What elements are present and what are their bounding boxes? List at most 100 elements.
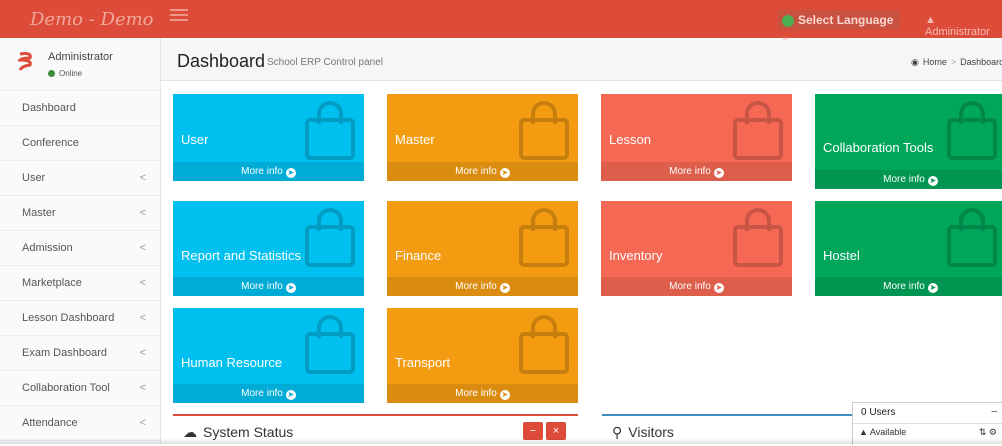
shopping-bag-icon — [519, 101, 569, 160]
more-info-link[interactable]: More info ➤ — [173, 277, 364, 296]
arrow-circle-right-icon: ➤ — [713, 283, 724, 293]
more-info-label: More info — [455, 388, 497, 399]
sidebar-item-marketplace[interactable]: Marketplace < — [0, 266, 160, 301]
page-subtitle: School ERP Control panel — [267, 57, 383, 68]
more-info-label: More info — [455, 166, 497, 177]
tile-finance[interactable]: Finance More info ➤ — [387, 201, 578, 296]
more-info-link[interactable]: More info ➤ — [815, 170, 1002, 189]
sidebar-item-conference[interactable]: Conference — [0, 126, 160, 161]
sidebar-item-label: Exam Dashboard — [22, 347, 107, 359]
tile-label: Hostel — [823, 248, 860, 263]
chevron-left-icon: < — [139, 207, 146, 219]
more-info-link[interactable]: More info ➤ — [173, 162, 364, 181]
tile-transport[interactable]: Transport More info ➤ — [387, 308, 578, 403]
sidebar-item-label: Dashboard — [22, 102, 76, 114]
tile-collaboration-tools[interactable]: Collaboration Tools More info ➤ — [815, 94, 1002, 189]
top-navbar: Demo - Demo Select Language ▾ ▲ Administ… — [0, 0, 1002, 47]
user-panel: Administrator Online — [0, 38, 160, 91]
more-info-link[interactable]: More info ➤ — [387, 384, 578, 403]
arrow-circle-right-icon: ➤ — [499, 283, 510, 293]
sidebar-item-label: Admission — [22, 242, 73, 254]
sidebar-item-lesson-dashboard[interactable]: Lesson Dashboard < — [0, 301, 160, 336]
sidebar-user-name: Administrator — [48, 51, 113, 63]
page-title: Dashboard — [177, 51, 266, 71]
more-info-link[interactable]: More info ➤ — [601, 162, 792, 181]
more-info-label: More info — [241, 166, 283, 177]
tile-label: Finance — [395, 248, 442, 263]
tile-lesson[interactable]: Lesson More info ➤ — [601, 94, 792, 181]
language-select[interactable]: Select Language ▾ — [778, 10, 900, 47]
sidebar-item-admission[interactable]: Admission < — [0, 231, 160, 266]
chevron-left-icon: < — [139, 312, 146, 324]
user-menu-label: Administrator — [925, 26, 990, 38]
more-info-label: More info — [669, 166, 711, 177]
chevron-left-icon: < — [139, 417, 146, 429]
shopping-bag-icon — [733, 101, 783, 160]
chat-status-label: Available — [869, 427, 907, 437]
sidebar-item-master[interactable]: Master < — [0, 196, 160, 231]
sidebar-item-user[interactable]: User < — [0, 161, 160, 196]
chat-controls-icon[interactable]: ⇅ ⚙ — [979, 427, 997, 438]
arrow-circle-right-icon: ➤ — [927, 176, 938, 186]
online-dot-icon — [48, 70, 55, 77]
tile-master[interactable]: Master More info ➤ — [387, 94, 578, 181]
more-info-label: More info — [669, 281, 711, 292]
breadcrumb-home[interactable]: Home — [923, 57, 947, 67]
shopping-bag-icon — [947, 101, 997, 160]
app-logo[interactable]: Demo - Demo — [30, 9, 154, 30]
globe-icon — [782, 14, 794, 27]
sidebar-item-attendance[interactable]: Attendance < — [0, 406, 160, 441]
tile-inventory[interactable]: Inventory More info ➤ — [601, 201, 792, 296]
more-info-link[interactable]: More info ➤ — [173, 384, 364, 403]
minimize-button[interactable]: – — [991, 406, 997, 417]
arrow-circle-right-icon: ➤ — [285, 168, 296, 178]
sidebar-item-exam-dashboard[interactable]: Exam Dashboard < — [0, 336, 160, 371]
tile-label: Transport — [395, 355, 451, 370]
tile-label: Master — [395, 132, 435, 147]
sidebar-item-dashboard[interactable]: Dashboard — [0, 91, 160, 126]
tile-hostel[interactable]: Hostel More info ➤ — [815, 201, 1002, 296]
sidebar-item-label: User — [22, 172, 46, 184]
shopping-bag-icon — [305, 208, 355, 267]
arrow-circle-right-icon: ➤ — [713, 168, 724, 178]
more-info-link[interactable]: More info ➤ — [601, 277, 792, 296]
content-header: Dashboard School ERP Control panel ◉ Home… — [161, 40, 1002, 81]
arrow-circle-right-icon: ➤ — [499, 168, 510, 178]
online-status: Online — [48, 69, 82, 78]
tile-label: Collaboration Tools — [823, 140, 934, 155]
sidebar-item-collaboration-tool[interactable]: Collaboration Tool < — [0, 371, 160, 406]
arrow-circle-right-icon: ➤ — [499, 390, 510, 400]
more-info-label: More info — [241, 281, 283, 292]
online-status-label: Online — [59, 69, 83, 78]
sidebar-item-label: Collaboration Tool — [22, 382, 110, 394]
arrow-circle-right-icon: ➤ — [285, 390, 296, 400]
sidebar-item-label: Master — [22, 207, 56, 219]
more-info-label: More info — [883, 281, 925, 292]
sidebar-toggle-icon[interactable] — [170, 14, 188, 16]
sidebar-item-label: Lesson Dashboard — [22, 312, 115, 324]
shopping-bag-icon — [305, 101, 355, 160]
shopping-bag-icon — [733, 208, 783, 267]
chevron-left-icon: < — [139, 172, 146, 184]
tile-label: Report and Statistics — [181, 248, 301, 263]
chevron-left-icon: < — [139, 347, 146, 359]
chevron-left-icon: < — [139, 382, 146, 394]
user-menu[interactable]: ▲ Administrator — [925, 14, 1002, 38]
more-info-label: More info — [241, 388, 283, 399]
dashboard-icon: ◉ — [911, 57, 919, 67]
chat-status[interactable]: ▲ Available — [859, 427, 906, 437]
bottom-shadow — [0, 438, 1002, 444]
tile-human-resource[interactable]: Human Resource More info ➤ — [173, 308, 364, 403]
tile-label: Human Resource — [181, 355, 283, 370]
tile-report-and-statistics[interactable]: Report and Statistics More info ➤ — [173, 201, 364, 296]
more-info-link[interactable]: More info ➤ — [815, 277, 1002, 296]
more-info-link[interactable]: More info ➤ — [387, 277, 578, 296]
shopping-bag-icon — [947, 208, 997, 267]
tile-label: User — [181, 132, 209, 147]
more-info-link[interactable]: More info ➤ — [387, 162, 578, 181]
breadcrumb-separator: > — [950, 57, 957, 67]
tile-user[interactable]: User More info ➤ — [173, 94, 364, 181]
sidebar-item-label: Marketplace — [22, 277, 82, 289]
chat-users-count: 0 Users — [853, 403, 1002, 424]
arrow-circle-right-icon: ➤ — [927, 283, 938, 293]
